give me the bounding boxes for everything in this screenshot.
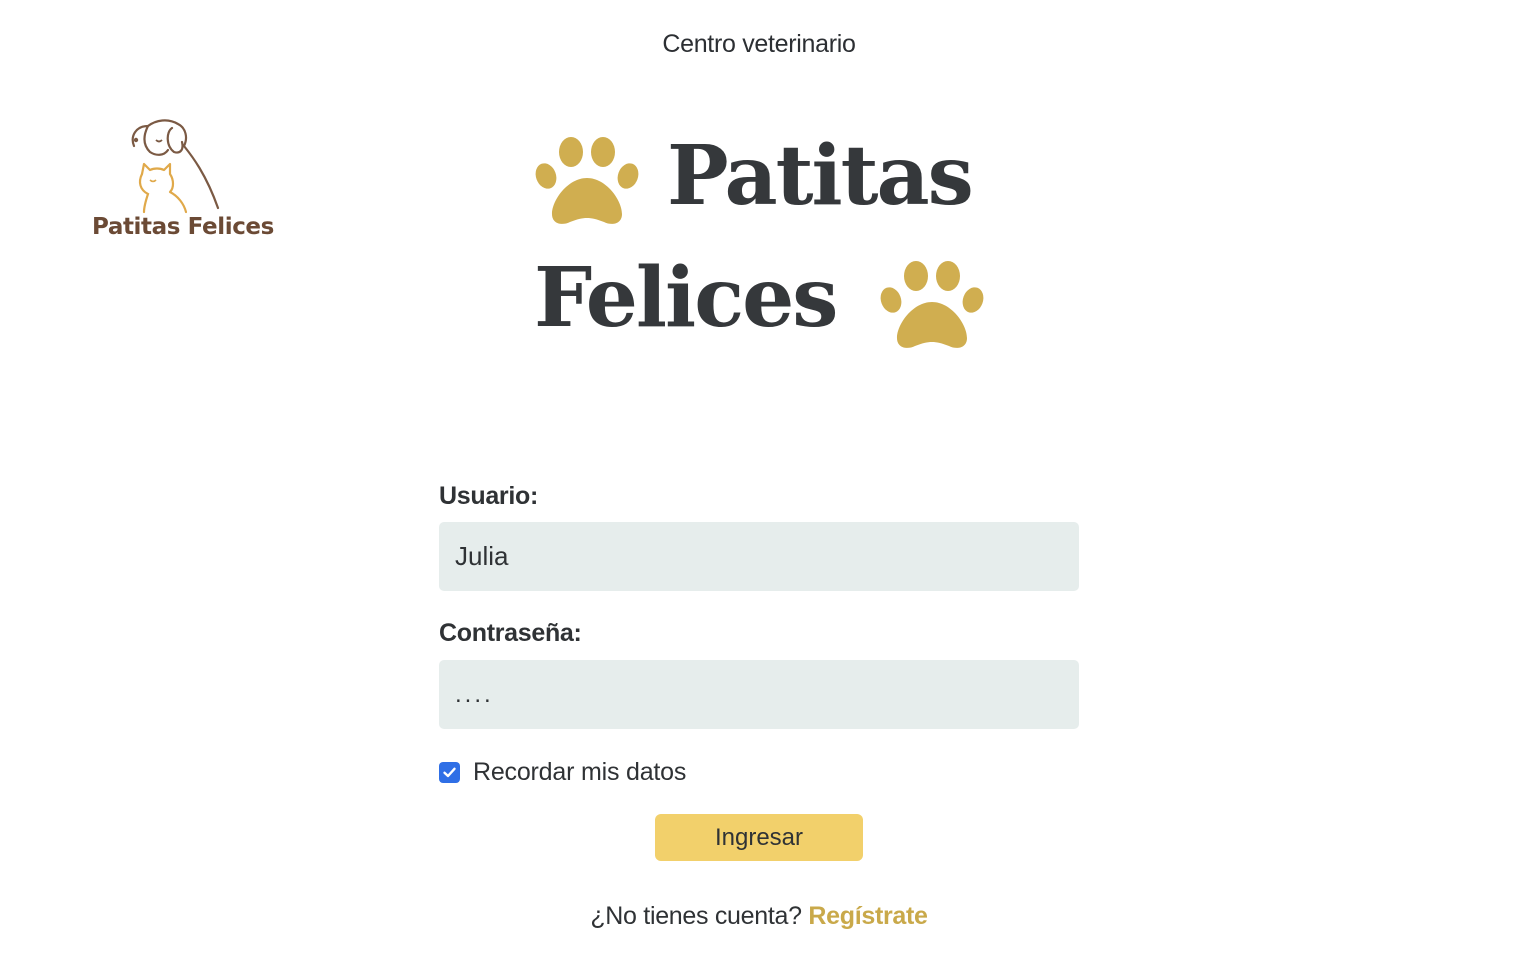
password-input[interactable] xyxy=(439,660,1079,729)
dog-and-cat-outline-icon xyxy=(131,119,220,214)
register-link[interactable]: Regístrate xyxy=(808,902,928,930)
register-prompt: ¿No tienes cuenta? Regístrate xyxy=(0,902,1518,931)
hero-title-line-2: Felices xyxy=(534,250,838,346)
paw-icon xyxy=(880,261,984,348)
remember-me-label: Recordar mis datos xyxy=(473,758,687,786)
corner-logo-text: Patitas Felices xyxy=(92,214,274,240)
hero-title-line-1: Patitas xyxy=(667,128,974,224)
paw-icon xyxy=(535,137,639,224)
remember-me-row: Recordar mis datos xyxy=(439,758,686,787)
password-label: Contraseña: xyxy=(439,619,582,647)
checkmark-icon xyxy=(443,767,456,778)
username-label: Usuario: xyxy=(439,482,539,510)
register-prompt-text: ¿No tienes cuenta? xyxy=(590,902,802,930)
hero-logo: Patitas Felices xyxy=(530,128,990,358)
login-button[interactable]: Ingresar xyxy=(655,814,863,861)
corner-logo: Patitas Felices xyxy=(88,116,274,248)
page-subtitle: Centro veterinario xyxy=(662,30,856,58)
remember-me-checkbox[interactable] xyxy=(439,762,460,783)
username-input[interactable] xyxy=(439,522,1079,591)
